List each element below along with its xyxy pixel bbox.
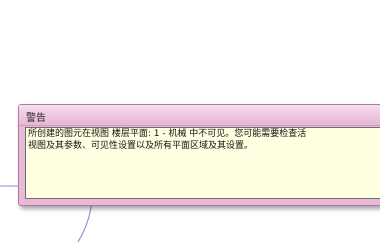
drawing-canvas[interactable]: 警告 所创建的图元在视图 楼层平面: 1 - 机械 中不可见。您可能需要检查活 … — [0, 0, 380, 250]
message-line-2: 视图及其参数、可见性设置以及所有平面区域及其设置。 — [28, 141, 254, 151]
dialog-title: 警告 — [26, 113, 46, 124]
warning-dialog[interactable]: 警告 所创建的图元在视图 楼层平面: 1 - 机械 中不可见。您可能需要检查活 … — [18, 104, 380, 206]
message-line-1: 所创建的图元在视图 楼层平面: 1 - 机械 中不可见。您可能需要检查活 — [28, 129, 307, 139]
curve-line — [77, 199, 93, 243]
warning-message-box[interactable]: 所创建的图元在视图 楼层平面: 1 - 机械 中不可见。您可能需要检查活 视图及… — [25, 127, 380, 199]
dialog-titlebar[interactable]: 警告 — [19, 105, 380, 126]
